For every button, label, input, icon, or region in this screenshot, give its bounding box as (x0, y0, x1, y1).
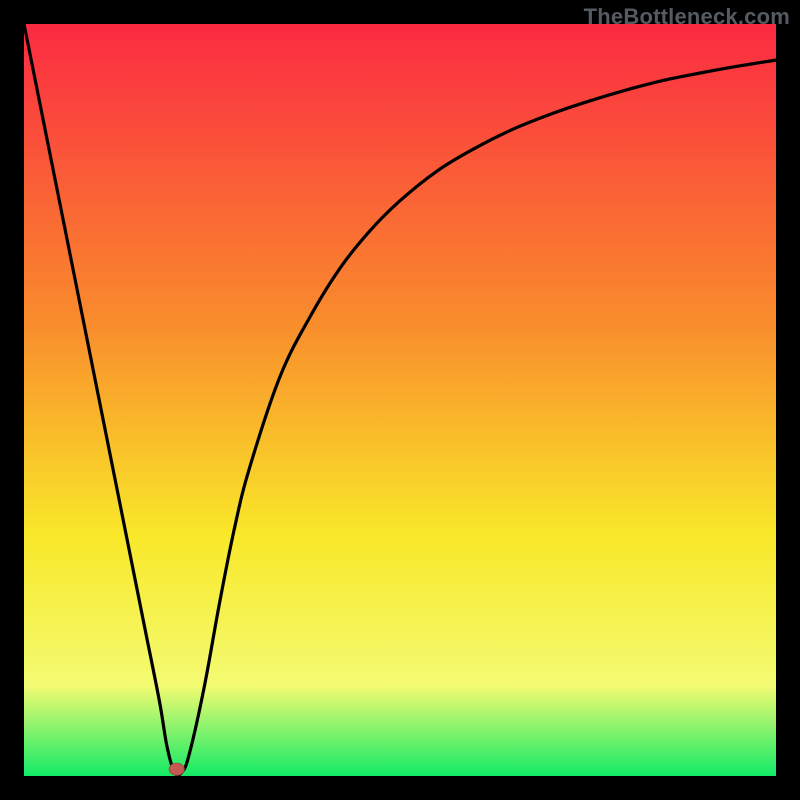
gradient-background (24, 24, 776, 776)
optimum-marker (169, 763, 184, 775)
watermark-text: TheBottleneck.com (584, 4, 790, 30)
bottleneck-plot (24, 24, 776, 776)
chart-frame (24, 24, 776, 776)
